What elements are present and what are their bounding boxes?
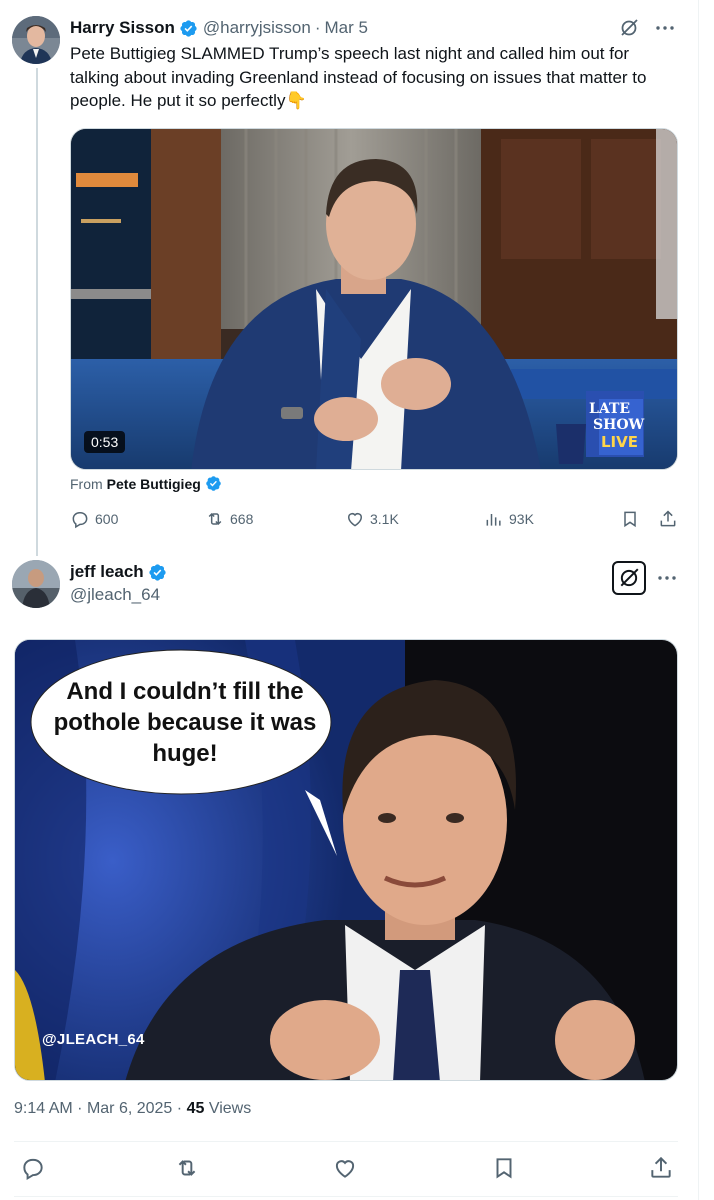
tweet2-meta: 9:14 AM · Mar 6, 2025 · 45 Views (14, 1100, 251, 1118)
verified-badge-icon (205, 475, 222, 492)
avatar-jeff-leach[interactable] (12, 560, 60, 608)
speech-bubble-text: And I couldn’t fill the pothole because … (53, 678, 317, 767)
verified-badge-icon (179, 19, 198, 38)
share-button[interactable] (658, 509, 678, 529)
bookmark-icon[interactable] (491, 1155, 517, 1181)
separator-dot: · (77, 1100, 83, 1117)
repost-icon (208, 512, 222, 526)
separator-dot: · (176, 1100, 183, 1117)
from-prefix: From (70, 475, 103, 492)
tweet1-header: Harry Sisson @harryjsisson · Mar 5 (70, 17, 368, 39)
video-logo-line-1: LATE (589, 401, 630, 417)
separator-dot: · (314, 18, 321, 37)
tweet1-top-actions (618, 17, 676, 39)
like-count: 3.1K (370, 511, 399, 527)
image-watermark: @JLEACH_64 (42, 1031, 145, 1048)
views-count: 93K (509, 511, 534, 527)
author-name[interactable]: jeff leach (70, 562, 144, 582)
reply-icon (72, 512, 88, 529)
tweet1-action-bar: 600 668 3.1K 93K (70, 509, 682, 533)
from-author-name[interactable]: Pete Buttigieg (107, 476, 201, 492)
views-count: 45 (186, 1100, 205, 1117)
more-icon[interactable] (654, 17, 676, 39)
tweet2-action-bar (14, 1155, 678, 1183)
tweet-date[interactable]: Mar 6, 2025 (87, 1100, 172, 1117)
verified-badge-icon (148, 563, 167, 582)
views-label: Views (208, 1100, 252, 1117)
timeline-border (698, 0, 699, 1200)
author-handle[interactable]: @jleach_64 (70, 585, 167, 605)
tweet-time[interactable]: 9:14 AM (14, 1100, 73, 1117)
divider-bottom (14, 1196, 678, 1197)
bookmark-icon (624, 511, 636, 528)
more-icon[interactable] (656, 567, 678, 589)
tweet2-header: jeff leach @jleach_64 (70, 562, 167, 605)
tweet-date[interactable]: Mar 5 (325, 18, 368, 38)
repost-button[interactable]: 668 (205, 509, 253, 529)
thread-connector-line (36, 68, 38, 556)
video-attribution: From Pete Buttigieg (70, 475, 222, 492)
bookmark-button[interactable] (620, 509, 640, 529)
tweet1-text: Pete Buttigieg SLAMMED Trump’s speech la… (70, 44, 647, 110)
like-icon[interactable] (332, 1155, 358, 1181)
author-name-row: jeff leach (70, 562, 167, 582)
grok-icon[interactable] (612, 561, 646, 595)
author-name[interactable]: Harry Sisson (70, 18, 175, 38)
share-icon (660, 510, 676, 527)
reply-icon[interactable] (20, 1155, 46, 1181)
reply-button[interactable]: 600 (70, 509, 118, 529)
like-button[interactable]: 3.1K (345, 509, 399, 529)
like-icon (348, 513, 362, 527)
grok-icon[interactable] (618, 17, 640, 39)
share-icon[interactable] (648, 1155, 674, 1181)
avatar-harry-sisson[interactable] (12, 16, 60, 64)
video-logo-line-3: LIVE (601, 433, 638, 451)
divider (14, 1141, 678, 1142)
repost-count: 668 (230, 511, 254, 527)
views-icon (486, 514, 501, 526)
reply-count: 600 (95, 511, 119, 527)
tweet1-video[interactable]: LATE SHOW LIVE (70, 128, 678, 470)
repost-icon[interactable] (174, 1155, 200, 1181)
video-logo-line-2: SHOW (593, 417, 645, 433)
author-handle[interactable]: @harryjsisson (203, 18, 311, 38)
views-button[interactable]: 93K (484, 509, 534, 529)
video-duration-badge: 0:53 (84, 431, 126, 453)
